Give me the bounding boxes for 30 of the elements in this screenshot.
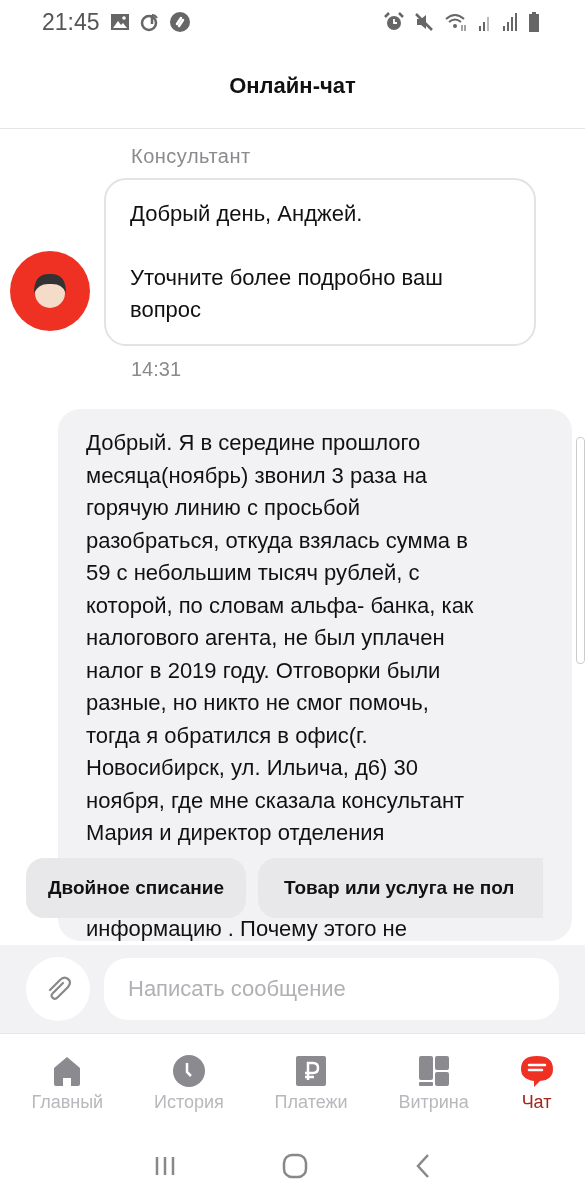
clock-icon: [171, 1053, 206, 1088]
signal-icon: [502, 12, 518, 32]
battery-icon: [528, 12, 540, 32]
nav-tab[interactable]: Витрина: [398, 1053, 469, 1113]
home-button-icon: [282, 1153, 309, 1179]
message-text: Добрый день, Анджей.: [130, 200, 364, 228]
sender-name: Консультант: [130, 145, 252, 169]
swirl-icon: [169, 12, 190, 32]
ruble-icon: [294, 1053, 329, 1088]
mute-icon: [414, 12, 434, 32]
nav-tab[interactable]: Платежи: [274, 1053, 348, 1113]
tiles-icon: [416, 1053, 451, 1088]
image-icon: [109, 13, 130, 31]
message-input[interactable]: Написать сообщение: [104, 958, 559, 1020]
message-text: Добрый. Я в середине прошлого месяца(ноябрь) звонил 3 раза на горячую линию с просьбой разобраться, откуда взялась сумма в 59 с небольшим тысяч рублей, с которой, по словам альфа- банка, как налогового агента, не был уплачен налог в 2019 году. Отговорки были разные, но никто не смог помочь, тогда я обратился в офис(г. Новосибирск, ул. Ильича, д6) 30 ноября, где мне сказала консультант Мария и директор отделения: [86, 429, 475, 847]
chat-bubble-icon: [519, 1053, 554, 1088]
avatar-icon: [10, 251, 90, 331]
nav-tab[interactable]: Чат: [519, 1053, 554, 1113]
quick-reply-chip[interactable]: Двойное списание: [26, 858, 246, 918]
music-note-icon: [139, 12, 160, 32]
nav-tab[interactable]: История: [153, 1053, 224, 1113]
status-time: 21:45: [42, 8, 100, 36]
alarm-icon: [384, 12, 404, 32]
screen-title: Онлайн-чат: [229, 73, 356, 99]
message-time: 14:31: [130, 357, 183, 381]
message-text: информацию . Почему этого не: [86, 916, 408, 941]
quick-reply-chip[interactable]: Товар или услуга не пол: [258, 858, 543, 918]
message-text: Уточните более подробно ваш вопрос: [130, 264, 444, 324]
nav-tab[interactable]: Главный: [31, 1053, 104, 1113]
wifi-icon: [444, 12, 468, 32]
